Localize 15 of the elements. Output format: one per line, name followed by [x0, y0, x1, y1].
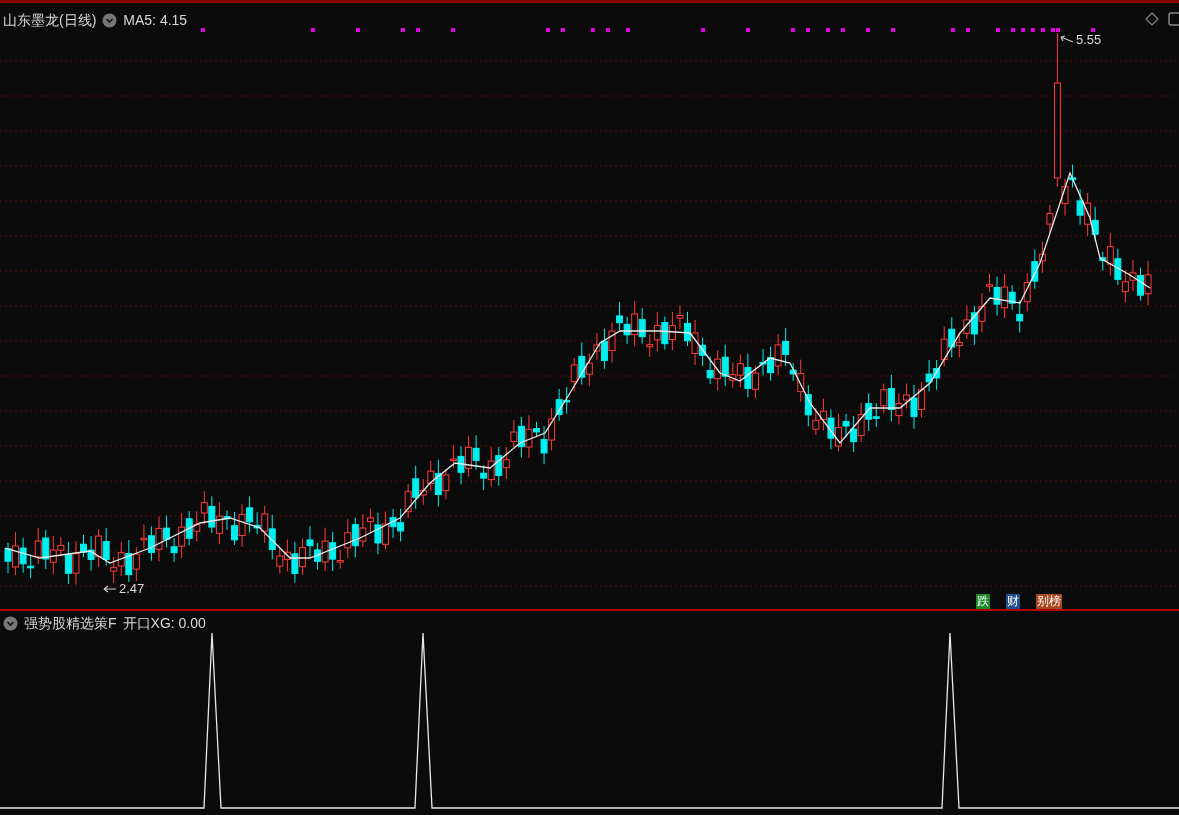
high-price-label: 5.55: [1076, 31, 1102, 49]
diamond-icon[interactable]: [1145, 12, 1159, 26]
stock-title: 山东墨龙(日线): [3, 11, 97, 30]
xg-indicator: 开口XG: 0.00: [122, 614, 206, 633]
low-price-label: 2.47: [119, 580, 145, 598]
chevron-down-icon[interactable]: [102, 13, 118, 28]
window-icon[interactable]: [1168, 12, 1179, 26]
info-badge[interactable]: 跌: [976, 594, 990, 609]
info-badge[interactable]: 别榜: [1036, 594, 1062, 609]
chevron-down-icon[interactable]: [3, 616, 18, 631]
ma-indicator: MA5: 4.15: [123, 11, 188, 30]
arrow-icon: [1060, 34, 1074, 45]
indicator-title: 强势股精选策F: [24, 614, 117, 633]
info-badge[interactable]: 财: [1006, 594, 1020, 609]
arrow-icon: [103, 583, 117, 594]
